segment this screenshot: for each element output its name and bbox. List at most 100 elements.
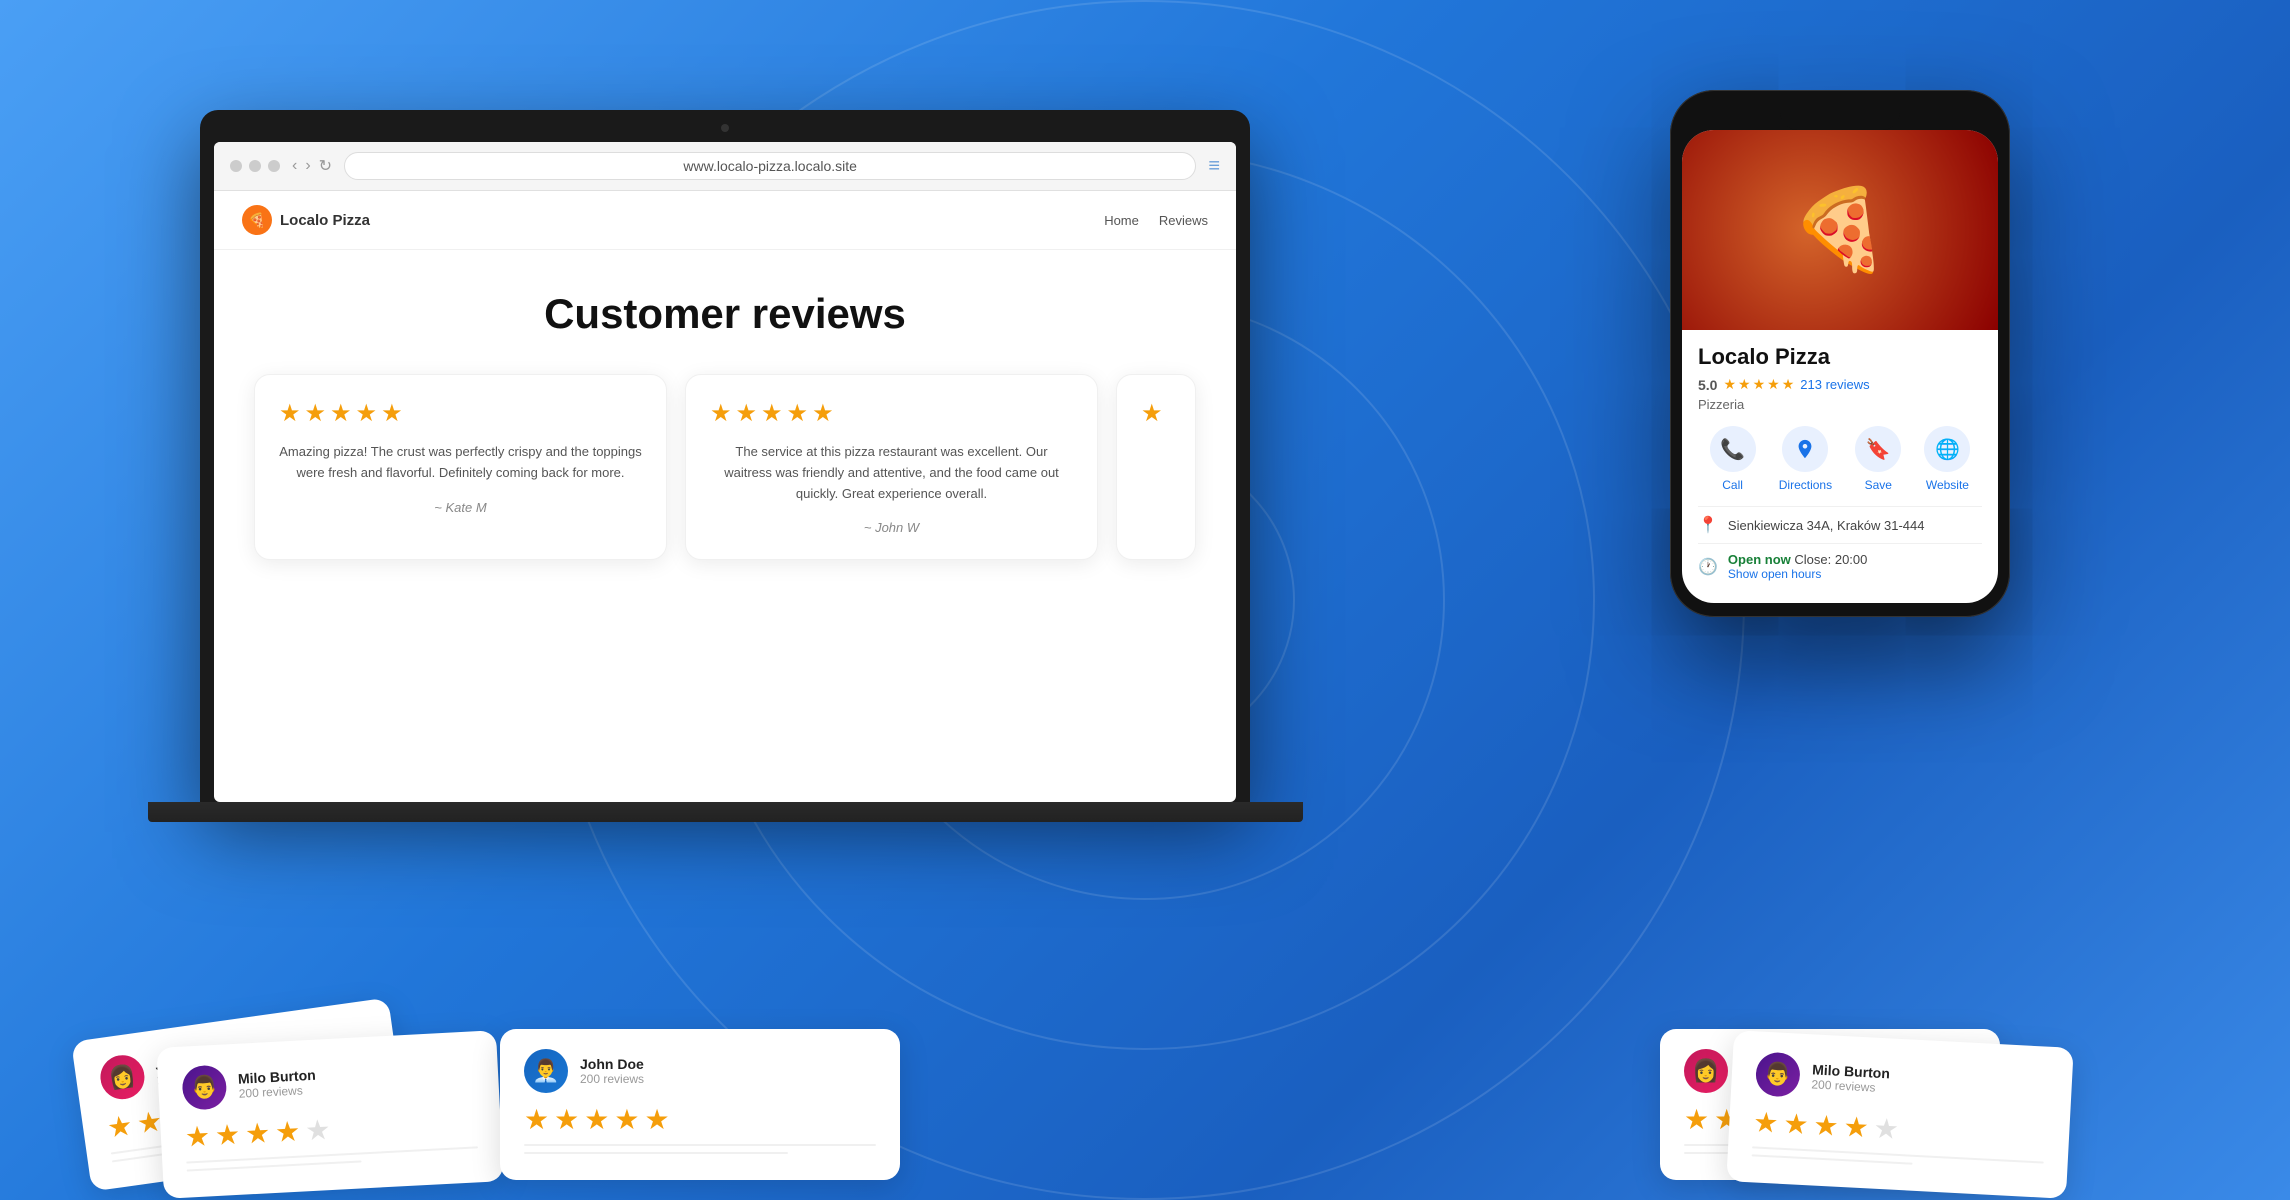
- phone-star-4: ★: [1767, 376, 1780, 393]
- fcard-stars-3: ★ ★ ★ ★ ★: [524, 1103, 876, 1136]
- fcard-star-5: ★: [644, 1103, 669, 1136]
- laptop-body: ‹ › ↻ www.localo-pizza.localo.site ≡ 🍕 L…: [200, 110, 1250, 802]
- phone-body: 🍕 Localo Pizza 5.0 ★ ★ ★ ★ ★: [1670, 90, 2010, 617]
- browser-menu-icon[interactable]: ≡: [1208, 155, 1220, 178]
- fcard-reviews-2: 200 reviews: [238, 1083, 316, 1101]
- phone-star-2: ★: [1738, 376, 1751, 393]
- fcard-star-1: ★: [1753, 1105, 1780, 1139]
- browser-nav[interactable]: ‹ › ↻: [292, 156, 332, 176]
- directions-icon: [1782, 426, 1828, 472]
- phone-open-status: Open now: [1728, 552, 1791, 567]
- phone-action-save[interactable]: 🔖 Save: [1855, 426, 1901, 492]
- fcard-avatar-5: 👨: [1755, 1051, 1801, 1097]
- fcard-name-3: John Doe: [580, 1056, 644, 1072]
- fcard-avatar-4: 👩: [1684, 1049, 1728, 1093]
- phone-address: Sienkiewicza 34A, Kraków 31-444: [1728, 518, 1925, 533]
- phone-mockup: 🍕 Localo Pizza 5.0 ★ ★ ★ ★ ★: [1670, 90, 2010, 617]
- phone-category: Pizzeria: [1698, 397, 1982, 412]
- review-text-2: The service at this pizza restaurant was…: [710, 442, 1073, 504]
- browser-dot-1: [230, 160, 242, 172]
- laptop-screen: ‹ › ↻ www.localo-pizza.localo.site ≡ 🍕 L…: [214, 142, 1236, 802]
- avatar-male2-icon: 👨: [181, 1064, 227, 1110]
- star-2: ★: [736, 399, 758, 428]
- website-logo: 🍕 Localo Pizza: [242, 205, 370, 235]
- phone-reviews-link[interactable]: 213 reviews: [1800, 377, 1869, 392]
- nav-reviews[interactable]: Reviews: [1159, 213, 1208, 228]
- phone-rating-row: 5.0 ★ ★ ★ ★ ★ 213 reviews: [1698, 376, 1982, 393]
- phone-action-buttons: 📞 Call Directions 🔖: [1698, 426, 1982, 492]
- fcard-star-3: ★: [1813, 1109, 1840, 1143]
- phone-action-call[interactable]: 📞 Call: [1710, 426, 1756, 492]
- phone-hours-row: 🕐 Open now Close: 20:00 Show open hours: [1698, 543, 1982, 589]
- browser-dot-2: [249, 160, 261, 172]
- laptop-base: [148, 802, 1303, 822]
- fcard-star-3: ★: [244, 1116, 271, 1150]
- reload-button[interactable]: ↻: [319, 156, 332, 176]
- fcard-avatar-1: 👩: [98, 1052, 148, 1102]
- fcard-avatar-3: 👨‍💼: [524, 1049, 568, 1093]
- scene: ‹ › ↻ www.localo-pizza.localo.site ≡ 🍕 L…: [0, 0, 2290, 1200]
- phone-rating-number: 5.0: [1698, 377, 1717, 393]
- fcard-user-info-3: John Doe 200 reviews: [580, 1056, 644, 1086]
- fcard-star-4: ★: [1843, 1110, 1870, 1144]
- fcard-line: [1752, 1154, 1912, 1164]
- website-label: Website: [1926, 478, 1969, 492]
- website-icon: 🌐: [1924, 426, 1970, 472]
- star-1: ★: [279, 399, 301, 428]
- star-5: ★: [812, 399, 834, 428]
- phone-stars: ★ ★ ★ ★ ★: [1723, 376, 1794, 393]
- fcard-star-empty-5: ★: [304, 1113, 331, 1147]
- browser-url-bar[interactable]: www.localo-pizza.localo.site: [344, 152, 1196, 180]
- logo-text: Localo Pizza: [280, 212, 370, 229]
- review-card-1: ★ ★ ★ ★ ★ Amazing pizza! The crust was p…: [254, 374, 667, 560]
- review-author-2: ~ John W: [710, 520, 1073, 535]
- star-5: ★: [381, 399, 403, 428]
- forward-button[interactable]: ›: [305, 157, 310, 175]
- phone-screen: 🍕 Localo Pizza 5.0 ★ ★ ★ ★ ★: [1682, 130, 1998, 603]
- page-title: Customer reviews: [254, 290, 1196, 338]
- browser-dot-3: [268, 160, 280, 172]
- star-4: ★: [787, 399, 809, 428]
- avatar-female2-icon: 👩: [1684, 1049, 1728, 1093]
- fcard-star-4: ★: [614, 1103, 639, 1136]
- fcard-star-2: ★: [554, 1103, 579, 1136]
- back-button[interactable]: ‹: [292, 157, 297, 175]
- star-3: ★: [330, 399, 352, 428]
- star-4: ★: [356, 399, 378, 428]
- floating-card-5: 👨 Milo Burton 200 reviews ★ ★ ★ ★ ★: [1726, 1030, 2073, 1199]
- location-pin-icon: 📍: [1698, 515, 1718, 535]
- save-label: Save: [1865, 478, 1892, 492]
- phone-hero-image: 🍕: [1682, 130, 1998, 330]
- nav-home[interactable]: Home: [1104, 213, 1139, 228]
- fcard-stars-5: ★ ★ ★ ★ ★: [1753, 1105, 2046, 1153]
- phone-action-directions[interactable]: Directions: [1779, 426, 1832, 492]
- floating-card-2: 👨 Milo Burton 200 reviews ★ ★ ★ ★ ★: [156, 1030, 503, 1199]
- star-1: ★: [1141, 399, 1163, 428]
- fcard-lines-3: [524, 1144, 876, 1154]
- review-stars-2: ★ ★ ★ ★ ★: [710, 399, 1073, 428]
- phone-hours-info: Open now Close: 20:00 Show open hours: [1728, 552, 1867, 581]
- fcard-star-2: ★: [214, 1118, 241, 1152]
- fcard-avatar-2: 👨: [181, 1064, 227, 1110]
- avatar-male-icon: 👨‍💼: [524, 1049, 568, 1093]
- directions-label: Directions: [1779, 478, 1832, 492]
- fcard-line: [524, 1152, 788, 1154]
- review-stars-3: ★: [1141, 399, 1171, 428]
- phone-action-website[interactable]: 🌐 Website: [1924, 426, 1970, 492]
- fcard-star-1: ★: [184, 1119, 211, 1153]
- website-main: Customer reviews ★ ★ ★ ★ ★ Amazing piz: [214, 250, 1236, 580]
- phone-star-1: ★: [1723, 376, 1736, 393]
- star-2: ★: [305, 399, 327, 428]
- laptop-mockup: ‹ › ↻ www.localo-pizza.localo.site ≡ 🍕 L…: [200, 110, 1250, 822]
- clock-icon: 🕐: [1698, 557, 1718, 577]
- phone-business-name: Localo Pizza: [1698, 344, 1982, 370]
- fcard-star-1: ★: [1684, 1103, 1709, 1136]
- phone-content: Localo Pizza 5.0 ★ ★ ★ ★ ★ 213 reviews P…: [1682, 330, 1998, 603]
- fcard-stars-2: ★ ★ ★ ★ ★: [184, 1105, 477, 1153]
- fcard-header-5: 👨 Milo Burton 200 reviews: [1755, 1051, 2049, 1110]
- website-nav-links: Home Reviews: [1104, 213, 1208, 228]
- fcard-star-2: ★: [1783, 1107, 1810, 1141]
- phone-close-label: Close: 20:00: [1794, 552, 1867, 567]
- phone-hours-detail[interactable]: Show open hours: [1728, 567, 1867, 581]
- fcard-line: [524, 1144, 876, 1146]
